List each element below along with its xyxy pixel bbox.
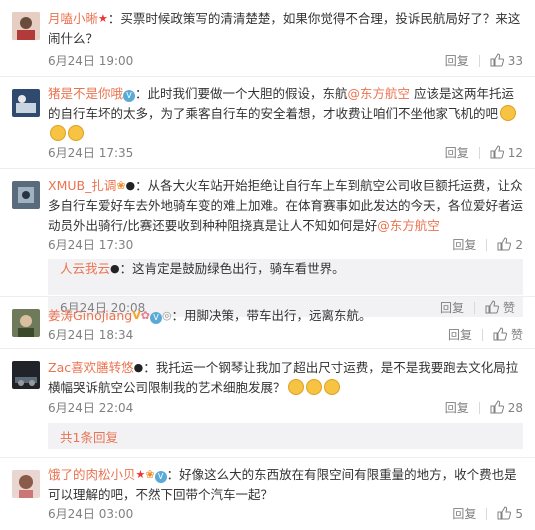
- mention-link[interactable]: @东方航空: [348, 86, 411, 101]
- medal-icon: ◎: [161, 309, 172, 322]
- emoji-icon: [68, 125, 84, 141]
- comment: 猪是不是你哦 V ：此时我们要做一个大胆的假设，东航@东方航空 应该是这两年托运的自…: [0, 77, 535, 169]
- thumbs-up-icon: [493, 327, 507, 341]
- comment-time: 6月24日 22:04: [48, 401, 134, 415]
- divider: [478, 401, 480, 414]
- comment: 月嗑小晰★：买票时候政策写的清清楚楚，如果你觉得不合理，投诉民航局好了？来这闹什…: [0, 0, 535, 77]
- like-button[interactable]: 12: [490, 145, 523, 160]
- comment-list: 月嗑小晰★：买票时候政策写的清清楚楚，如果你觉得不合理，投诉民航局好了？来这闹什…: [0, 0, 535, 530]
- divider: [481, 328, 483, 341]
- emoji-icon: [287, 379, 304, 395]
- more-replies: 共1条回复: [48, 423, 523, 449]
- like-count: 5: [515, 507, 523, 521]
- reply-button[interactable]: 回复: [445, 399, 469, 416]
- comment-username[interactable]: XMUB_扎调: [48, 178, 116, 193]
- comment: Zac喜欢膳转悠●：我托运一个钢琴让我加了超出尺寸运费，是不是我要跑去文化局拉横…: [0, 349, 535, 458]
- comment-username[interactable]: Zac喜欢膳转悠: [48, 360, 134, 375]
- divider: [478, 146, 480, 159]
- avatar[interactable]: [12, 470, 40, 498]
- star-badge-icon: ★: [98, 12, 108, 25]
- reply-button[interactable]: 回复: [452, 505, 476, 522]
- like-count: 33: [507, 54, 523, 68]
- thumbs-up-icon: [497, 237, 512, 251]
- comment: XMUB_扎调❀●：从各大火车站开始拒绝让自行车上车到航空公司收巨额托运费，让众…: [0, 169, 535, 297]
- like-button[interactable]: 28: [490, 400, 523, 415]
- reply-text: ：这肯定是鼓励绿色出行，骑车看世界。: [119, 261, 345, 276]
- thumbs-up-icon: [490, 400, 504, 414]
- comment-time: 6月24日 17:35: [48, 146, 134, 160]
- comment-username[interactable]: 姜涛Ginojiang: [48, 308, 132, 323]
- divider: [478, 54, 480, 67]
- avatar[interactable]: [12, 309, 40, 337]
- reply-username[interactable]: 人云我云: [60, 261, 110, 276]
- comment: 饿了的肉松小贝★❀ V ：好像这么大的东西放在有限空间有限重量的地方，收个费也是可以…: [0, 458, 535, 530]
- like-button[interactable]: 2: [497, 237, 523, 252]
- comment-time: 6月24日 03:00: [48, 507, 134, 521]
- avatar[interactable]: [12, 181, 40, 209]
- reply-button[interactable]: 回复: [445, 52, 469, 69]
- comment-username[interactable]: 月嗑小晰: [48, 11, 98, 26]
- comment-username[interactable]: 猪是不是你哦: [48, 86, 123, 101]
- comment-time: 6月24日 17:30: [48, 238, 134, 252]
- reply-button[interactable]: 回复: [445, 144, 469, 161]
- thumbs-up-icon: [497, 506, 512, 520]
- vip-icon: V: [123, 90, 136, 102]
- avatar[interactable]: [12, 361, 40, 389]
- panda-icon: ●: [133, 361, 144, 374]
- comment-time: 6月24日 18:34: [48, 328, 134, 342]
- fire-badge-icon: ❀: [116, 179, 126, 192]
- fire-badge-icon: ❀: [145, 468, 155, 481]
- emoji-icon: [500, 105, 517, 121]
- like-count: 28: [507, 401, 523, 415]
- like-button[interactable]: 33: [490, 53, 523, 68]
- divider: [486, 238, 488, 251]
- reply-button[interactable]: 回复: [452, 236, 476, 253]
- thumbs-up-icon: [490, 53, 504, 67]
- thumbs-up-icon: [490, 145, 504, 159]
- more-replies-link[interactable]: 共1条回复: [60, 427, 118, 446]
- emoji-icon: [50, 125, 66, 141]
- emoji-icon: [305, 379, 322, 395]
- like-label: 赞: [510, 328, 523, 342]
- avatar[interactable]: [12, 12, 40, 40]
- mention-link[interactable]: @东方航空: [377, 218, 440, 233]
- avatar[interactable]: [12, 89, 40, 117]
- vip-icon: V: [149, 312, 162, 324]
- like-count: 12: [507, 146, 523, 160]
- star-badge-icon: ★: [135, 468, 146, 481]
- panda-icon: ●: [125, 179, 136, 192]
- sub-reply: 人云我云●：这肯定是鼓励绿色出行，骑车看世界。: [48, 259, 523, 295]
- reply-button[interactable]: 回复: [448, 326, 472, 343]
- comment-time: 6月24日 19:00: [48, 54, 134, 68]
- panda-icon: ●: [110, 262, 120, 275]
- comment-username[interactable]: 饿了的肉松小贝: [48, 467, 136, 482]
- v-badge-icon: V: [132, 309, 141, 322]
- comment: 姜涛GinojiangV✿ V ◎：用脚决策，带车出行，远离东航。 6月24日 18…: [0, 297, 535, 349]
- like-count: 2: [515, 238, 523, 252]
- comment-text: ：买票时候政策写的清清楚楚，如果你觉得不合理，投诉民航局好了？来这闹什么？: [48, 11, 521, 46]
- flower-icon: ✿: [140, 309, 150, 322]
- vip-icon: V: [154, 471, 167, 483]
- like-button[interactable]: 5: [497, 506, 523, 521]
- like-button[interactable]: 赞: [493, 326, 523, 343]
- divider: [486, 507, 488, 520]
- comment-text: ：用脚决策，带车出行，远离东航。: [171, 308, 372, 323]
- emoji-icon: [323, 379, 340, 395]
- comment-text: ：此时我们要做一个大胆的假设，东航: [135, 86, 348, 101]
